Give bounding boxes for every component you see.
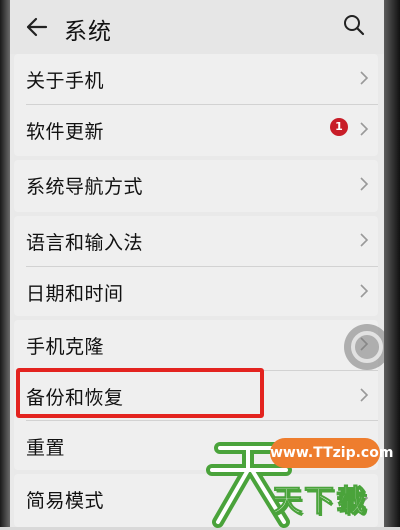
settings-item-label: 手机克隆 xyxy=(26,336,105,358)
chevron-right-icon xyxy=(360,284,369,298)
update-count-badge: 1 xyxy=(330,118,348,136)
settings-item-label: 关于手机 xyxy=(26,70,105,92)
chevron-right-icon xyxy=(360,122,369,136)
top-bar: 系统 xyxy=(10,0,384,54)
settings-item-label: 重置 xyxy=(26,437,66,459)
search-icon[interactable] xyxy=(342,13,366,37)
back-arrow-icon[interactable] xyxy=(24,14,50,40)
settings-item-about-phone[interactable]: 关于手机 xyxy=(14,54,378,104)
watermark-url: www.TTzip.com xyxy=(270,438,393,468)
settings-item-language-input[interactable]: 语言和输入法 xyxy=(14,216,378,266)
settings-item-label: 语言和输入法 xyxy=(26,232,144,254)
phone-bezel-left xyxy=(0,0,10,527)
floating-navigation-ball[interactable] xyxy=(344,324,384,370)
settings-item-label: 软件更新 xyxy=(26,121,105,143)
settings-item-software-update[interactable]: 软件更新 1 xyxy=(14,105,378,155)
chevron-right-icon xyxy=(360,71,369,85)
settings-item-system-navigation[interactable]: 系统导航方式 xyxy=(14,160,378,210)
settings-group-navigation: 系统导航方式 xyxy=(14,160,378,212)
settings-item-label: 日期和时间 xyxy=(26,283,124,305)
settings-item-date-time[interactable]: 日期和时间 xyxy=(14,267,378,317)
chevron-right-icon xyxy=(360,177,369,191)
settings-group-language-time: 语言和输入法 日期和时间 xyxy=(14,216,378,316)
settings-item-phone-clone[interactable]: 手机克隆 xyxy=(14,320,378,370)
page-title: 系统 xyxy=(64,19,112,45)
highlight-annotation xyxy=(16,368,264,418)
chevron-right-icon xyxy=(360,233,369,247)
chevron-right-icon xyxy=(360,388,369,402)
settings-group-about: 关于手机 软件更新 1 xyxy=(14,54,378,156)
settings-item-label: 简易模式 xyxy=(26,490,105,512)
settings-item-label: 系统导航方式 xyxy=(26,176,144,198)
watermark-brand: 天下载 xyxy=(272,484,368,520)
